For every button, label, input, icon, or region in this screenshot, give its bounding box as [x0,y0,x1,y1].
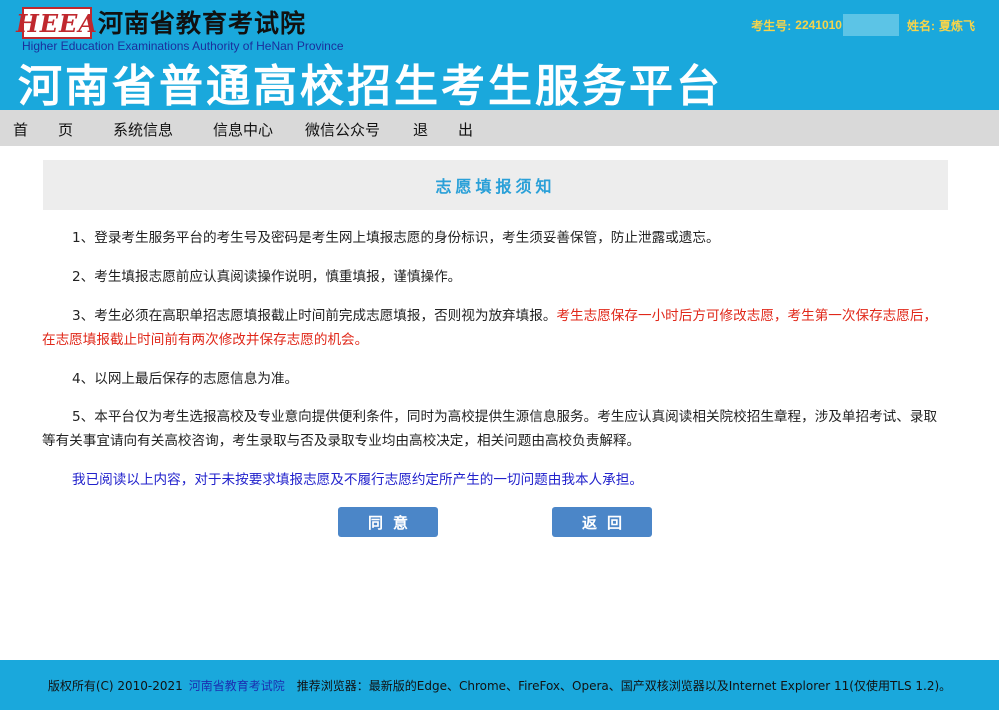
notice-item-5: 5、本平台仅为考生选报高校及专业意向提供便利条件，同时为高校提供生源信息服务。考… [42,409,938,449]
nav-item-info-center[interactable]: 信息中心 [213,119,273,140]
notice-item-3-text: 3、考生必须在高职单招志愿填报截止时间前完成志愿填报，否则视为放弃填报。 [72,308,557,324]
heea-logo: HEEA [16,7,97,39]
nav-item-wechat[interactable]: 微信公众号 [305,119,380,140]
nav-item-logout[interactable]: 退 出 [413,119,473,140]
nav-item-home[interactable]: 首 页 [13,119,73,140]
back-button[interactable]: 返回 [552,507,652,537]
footer-browsers: 推荐浏览器：最新版的Edge、Chrome、FireFox、Opera、国产双核… [296,678,952,693]
notice-item-3: 3、考生必须在高职单招志愿填报截止时间前完成志愿填报，否则视为放弃填报。考生志愿… [42,304,942,352]
notice-title-bar: 志愿填报须知 [43,160,948,210]
footer-org-link[interactable]: 河南省教育考试院 [189,677,285,694]
user-info: 考生号: 2241010 姓名: 夏炼飞 [751,14,975,36]
name-label: 姓名: [906,18,935,33]
nav-bar: 首 页 系统信息 信息中心 微信公众号 退 出 [0,110,999,146]
name-value: 夏炼飞 [938,18,975,33]
agree-button[interactable]: 同意 [338,507,438,537]
notice-item-1: 1、登录考生服务平台的考生号及密码是考生网上填报志愿的身份标识，考生须妥善保管，… [72,230,720,246]
masked-region [842,14,899,36]
platform-title: 河南省普通高校招生考生服务平台 [18,61,723,112]
notice-item-2: 2、考生填报志愿前应认真阅读操作说明，慎重填报，谨慎操作。 [72,269,462,285]
notice-title: 志愿填报须知 [435,177,556,196]
footer: 版权所有(C) 2010-2021 河南省教育考试院 推荐浏览器：最新版的Edg… [0,660,999,710]
candidate-label: 考生号: [751,18,792,33]
header: HEEA 河南省教育考试院 Higher Education Examinati… [0,0,999,112]
org-name: 河南省教育考试院 [98,9,307,38]
logo-text: HEEA [16,8,98,38]
candidate-number: 2241010 [795,18,842,32]
nav-item-system-info[interactable]: 系统信息 [113,119,173,140]
footer-copyright: 版权所有(C) 2010-2021 [47,678,183,693]
notice-item-4: 4、以网上最后保存的志愿信息为准。 [72,371,299,387]
declaration-text: 我已阅读以上内容，对于未按要求填报志愿及不履行志愿约定所产生的一切问题由我本人承… [72,472,643,488]
